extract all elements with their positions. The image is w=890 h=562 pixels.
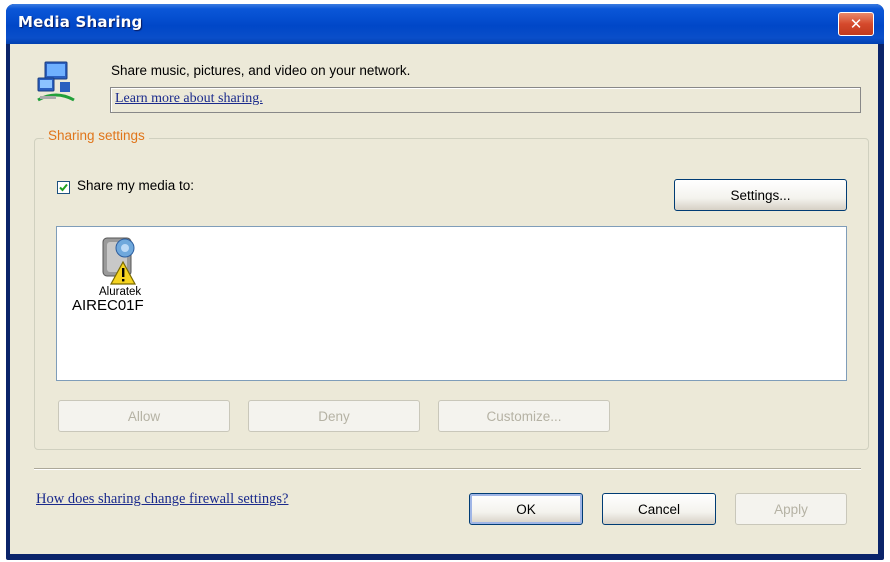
media-device-warning-icon [99,232,147,286]
device-name: AIREC01F [72,297,144,314]
device-list[interactable]: Aluratek AIREC01F [56,226,847,381]
learn-more-link[interactable]: Learn more about sharing. [115,91,263,107]
media-sharing-network-icon [36,60,76,106]
header-description: Share music, pictures, and video on your… [111,63,411,78]
checkmark-icon [59,183,68,192]
device-item[interactable]: Aluratek AIREC01F [69,232,169,322]
close-icon: ✕ [849,15,863,33]
close-button[interactable]: ✕ [838,12,874,36]
media-sharing-dialog: Media Sharing ✕ Share music, pictures, a… [6,4,884,560]
cancel-button[interactable]: Cancel [602,493,716,525]
share-media-label[interactable]: Share my media to: [77,178,194,193]
ok-button[interactable]: OK [469,493,583,525]
dialog-body: Share music, pictures, and video on your… [10,44,878,554]
settings-button[interactable]: Settings... [674,179,847,211]
sharing-settings-label: Sharing settings [44,128,149,143]
customize-button[interactable]: Customize... [438,400,610,432]
share-media-checkbox[interactable] [57,181,70,194]
learn-more-frame: Learn more about sharing. [110,87,861,113]
title-bar[interactable]: Media Sharing ✕ [6,4,884,44]
allow-button[interactable]: Allow [58,400,230,432]
footer-separator [34,468,861,470]
deny-button[interactable]: Deny [248,400,420,432]
apply-button[interactable]: Apply [735,493,847,525]
window-title: Media Sharing [18,13,143,31]
firewall-help-link[interactable]: How does sharing change firewall setting… [36,491,288,508]
